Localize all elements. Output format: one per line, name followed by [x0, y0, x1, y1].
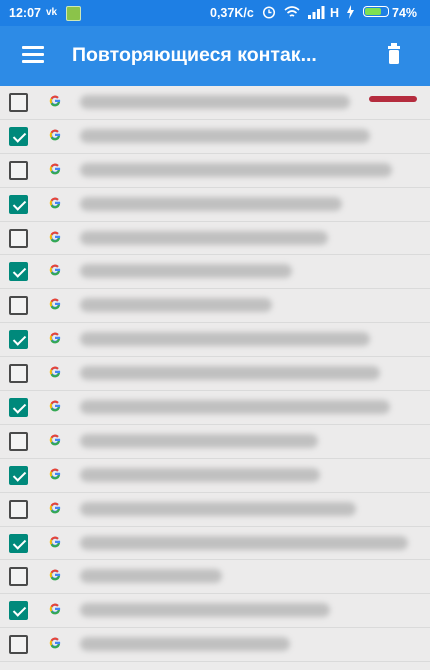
google-icon — [48, 501, 62, 515]
network-speed: 0,37K/c — [210, 6, 254, 20]
blurred-contact-text — [80, 196, 342, 211]
contact-checkbox[interactable] — [9, 262, 28, 282]
list-item[interactable] — [0, 628, 430, 663]
delete-button[interactable] — [380, 40, 408, 70]
blurred-contact-text — [80, 298, 272, 313]
list-item[interactable] — [0, 255, 430, 290]
status-bar: 12:07 vk 0,37K/c H 74% — [0, 0, 430, 26]
contact-checkbox[interactable] — [9, 601, 28, 621]
menu-icon[interactable] — [22, 46, 44, 64]
google-icon — [48, 162, 62, 176]
list-item[interactable] — [0, 222, 430, 256]
google-icon — [48, 297, 62, 311]
google-icon — [48, 399, 62, 413]
google-icon — [48, 263, 62, 277]
google-icon — [48, 94, 62, 108]
list-item[interactable] — [0, 425, 430, 459]
contact-list — [0, 86, 430, 663]
contact-checkbox[interactable] — [9, 126, 28, 146]
google-icon — [48, 568, 62, 582]
list-item[interactable] — [0, 289, 430, 324]
battery-percent: 74% — [392, 6, 418, 20]
list-item[interactable] — [0, 391, 430, 425]
blurred-contact-text — [80, 332, 370, 347]
blurred-contact-text — [80, 637, 290, 652]
list-item[interactable] — [0, 459, 430, 493]
contact-checkbox[interactable] — [9, 533, 28, 553]
list-item[interactable] — [0, 493, 430, 527]
blurred-contact-text — [80, 366, 380, 381]
list-item[interactable] — [0, 154, 430, 188]
list-item[interactable] — [0, 527, 430, 561]
list-item[interactable] — [0, 188, 430, 222]
blurred-contact-text — [80, 501, 356, 516]
app-bar: Повторяющиеся контак... — [0, 26, 430, 102]
blurred-contact-text — [80, 603, 330, 618]
google-icon — [48, 467, 62, 481]
google-icon — [48, 230, 62, 244]
google-icon — [48, 636, 62, 650]
blurred-contact-text — [80, 535, 408, 550]
signal-icon — [308, 5, 326, 22]
contact-checkbox[interactable] — [9, 431, 28, 451]
blurred-contact-text — [80, 230, 328, 245]
contact-checkbox[interactable] — [9, 160, 28, 180]
google-icon — [48, 128, 62, 142]
contact-checkbox[interactable] — [9, 465, 28, 485]
blurred-contact-text — [80, 264, 292, 279]
contact-checkbox[interactable] — [9, 228, 28, 248]
wifi-icon — [284, 5, 300, 22]
vk-icon: vk — [46, 7, 58, 18]
contact-checkbox[interactable] — [9, 499, 28, 519]
battery-icon — [363, 6, 389, 17]
charging-icon — [346, 5, 355, 22]
app-notification-icon — [66, 6, 81, 21]
google-icon — [48, 433, 62, 447]
contact-checkbox[interactable] — [9, 194, 28, 214]
contact-checkbox[interactable] — [9, 296, 28, 316]
list-item[interactable] — [0, 323, 430, 358]
list-item[interactable] — [0, 86, 430, 120]
contact-checkbox[interactable] — [9, 635, 28, 655]
list-item[interactable] — [0, 357, 430, 392]
contact-checkbox[interactable] — [9, 364, 28, 384]
blurred-contact-text — [80, 95, 350, 109]
blurred-contact-text — [80, 162, 392, 177]
google-icon — [48, 196, 62, 210]
contact-checkbox[interactable] — [9, 567, 28, 587]
alarm-icon — [262, 5, 276, 22]
list-item[interactable] — [0, 594, 430, 629]
google-icon — [48, 365, 62, 379]
google-icon — [48, 535, 62, 549]
blurred-contact-text — [80, 433, 318, 448]
list-item[interactable] — [0, 120, 430, 154]
status-time: 12:07 — [9, 6, 41, 20]
page-title: Повторяющиеся контак... — [72, 44, 317, 66]
battery-level — [365, 8, 381, 15]
list-item[interactable] — [0, 560, 430, 595]
contact-checkbox[interactable] — [9, 398, 28, 418]
contact-checkbox[interactable] — [9, 93, 28, 112]
blurred-contact-text — [80, 467, 320, 482]
google-icon — [48, 602, 62, 616]
blurred-contact-text — [80, 400, 390, 415]
blurred-contact-text — [80, 569, 222, 584]
blurred-contact-text — [80, 128, 370, 143]
contact-checkbox[interactable] — [9, 330, 28, 350]
trash-icon — [388, 43, 400, 64]
google-icon — [48, 331, 62, 345]
network-type: H — [330, 6, 340, 20]
